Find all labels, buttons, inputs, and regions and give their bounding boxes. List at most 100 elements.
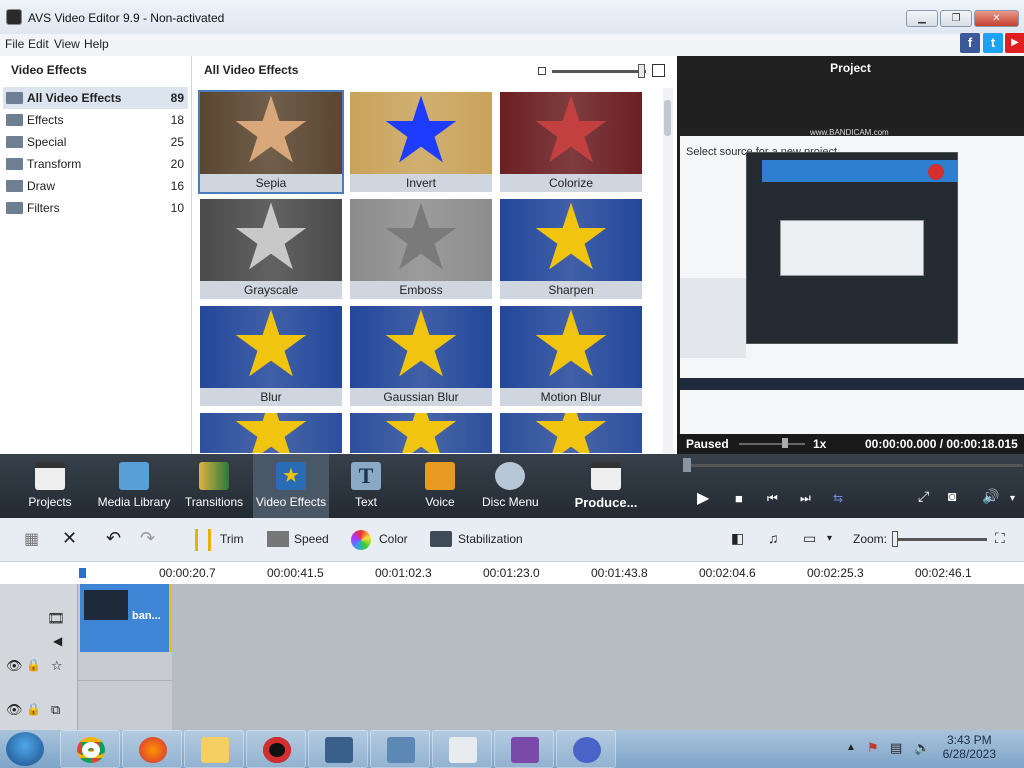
trim-icon[interactable] [195, 529, 211, 551]
effect-tile[interactable]: ★ Motion Blur [500, 306, 642, 406]
display-dropdown-icon[interactable]: ▾ [827, 533, 832, 544]
effects-grid-panel: All Video Effects ★ Sepia ★ Invert ★ Colorize… [193, 56, 676, 454]
stabilization-button[interactable]: Stabilization [458, 532, 523, 546]
youtube-icon[interactable]: ▶ [1005, 33, 1024, 53]
effect-tile[interactable]: ★ Gaussian Blur [350, 306, 492, 406]
speed-slider[interactable] [739, 443, 805, 445]
lock-icon[interactable]: 🔒 [26, 658, 41, 672]
twitter-icon[interactable]: t [983, 33, 1003, 53]
tray-alert-icon[interactable]: ⚑ [867, 740, 879, 756]
media-library-button[interactable]: Media Library [96, 454, 172, 518]
zoom-slider-thumb[interactable] [892, 531, 898, 547]
taskbar-avs-editor[interactable] [494, 730, 554, 768]
produce-button[interactable]: Produce... [570, 454, 642, 518]
taskbar-chrome[interactable] [60, 730, 120, 768]
category-transform[interactable]: Transform 20 [3, 153, 188, 175]
taskbar-app[interactable] [556, 730, 616, 768]
category-draw[interactable]: Draw 16 [3, 175, 188, 197]
fit-timeline-icon[interactable]: ⛶ [995, 530, 1005, 547]
effect-tile[interactable]: ★ Blur [200, 306, 342, 406]
taskbar-app[interactable] [370, 730, 430, 768]
category-all-video-effects[interactable]: All Video Effects 89 [3, 87, 188, 109]
volume-dropdown-icon[interactable]: ▾ [1010, 493, 1015, 504]
minimize-button[interactable]: ▁ [906, 10, 938, 27]
tray-expand-icon[interactable]: ▲ [846, 742, 856, 753]
taskbar-explorer[interactable] [184, 730, 244, 768]
menu-edit[interactable]: Edit [28, 37, 49, 51]
tray-volume-icon[interactable]: 🔈 [914, 740, 930, 756]
grid-scrollbar[interactable] [663, 88, 673, 454]
stabilization-icon[interactable] [430, 531, 452, 547]
color-button[interactable]: Color [379, 532, 408, 546]
projects-button[interactable]: Projects [20, 454, 80, 518]
delete-icon[interactable]: ✕ [62, 528, 77, 549]
speed-button[interactable]: Speed [294, 532, 329, 546]
video-effects-button[interactable]: ★ Video Effects [253, 454, 329, 518]
voice-button[interactable]: Voice [414, 454, 466, 518]
effect-tile[interactable]: ★ Invert [350, 92, 492, 192]
thumbnail-size-slider[interactable] [538, 63, 665, 78]
effect-tile[interactable]: ★ [500, 413, 642, 453]
fullscreen-icon[interactable]: ⤢ [918, 488, 929, 505]
start-button[interactable] [6, 732, 44, 766]
effect-tile[interactable]: ★ [200, 413, 342, 453]
category-effects[interactable]: Effects 18 [3, 109, 188, 131]
display-mode-icon[interactable]: ▭ [803, 530, 816, 547]
taskbar-app[interactable] [308, 730, 368, 768]
large-thumbs-icon[interactable] [652, 64, 665, 77]
menu-help[interactable]: Help [84, 37, 109, 51]
system-clock[interactable]: 3:43 PM 6/28/2023 [943, 733, 996, 761]
redo-icon[interactable]: ↷ [140, 528, 155, 549]
lock-icon[interactable]: 🔒 [26, 702, 41, 716]
effect-tile[interactable]: ★ Grayscale [200, 199, 342, 299]
zoom-slider[interactable] [893, 538, 987, 541]
menu-file[interactable]: File [5, 37, 24, 51]
taskbar-bandicam[interactable] [246, 730, 306, 768]
close-button[interactable]: ✕ [974, 10, 1019, 27]
video-clip[interactable]: ban... [80, 584, 172, 652]
tray-network-icon[interactable]: ▤ [890, 740, 902, 756]
folder-icon [6, 92, 23, 104]
effects-track-icon: ☆ [51, 658, 63, 673]
star-icon: ★ [379, 199, 463, 281]
category-filters[interactable]: Filters 10 [3, 197, 188, 219]
text-button[interactable]: T Text [340, 454, 392, 518]
effect-tile[interactable]: ★ Sepia [198, 90, 344, 194]
menu-view[interactable]: View [54, 37, 80, 51]
speed-slider-thumb[interactable] [782, 438, 788, 448]
effect-tile[interactable]: ★ Emboss [350, 199, 492, 299]
disc-menu-button[interactable]: Disc Menu [482, 454, 539, 518]
loop-icon[interactable]: ⇆ [833, 491, 843, 505]
speed-icon[interactable] [267, 531, 289, 547]
next-frame-icon[interactable]: ⏭ [800, 491, 811, 506]
visibility-icon[interactable]: 👁 [6, 658, 23, 674]
play-icon[interactable]: ▶ [697, 488, 709, 508]
effect-tile[interactable]: ★ Colorize [500, 92, 642, 192]
snapshot-icon[interactable]: ◙ [948, 488, 956, 504]
mute-icon[interactable]: ◀ [53, 634, 62, 648]
stop-icon[interactable]: ■ [735, 491, 743, 506]
timeline-ruler[interactable]: 00:00:20.7 00:00:41.5 00:01:02.3 00:01:2… [0, 562, 1024, 584]
undo-icon[interactable]: ↶ [106, 528, 121, 549]
transitions-button[interactable]: Transitions [182, 454, 246, 518]
effect-tile[interactable]: ★ Sharpen [500, 199, 642, 299]
previous-frame-icon[interactable]: ⏮ [767, 491, 778, 506]
facebook-icon[interactable]: f [960, 33, 980, 53]
effect-tile[interactable]: ★ [350, 413, 492, 453]
taskbar-app[interactable] [432, 730, 492, 768]
playhead-marker[interactable] [79, 568, 86, 578]
split-icon[interactable]: ◧ [731, 530, 744, 547]
color-icon[interactable] [351, 530, 371, 550]
storyboard-icon[interactable]: ▦ [24, 529, 39, 549]
taskbar-firefox[interactable] [122, 730, 182, 768]
trim-button[interactable]: Trim [220, 532, 244, 546]
timeline-seek-bar[interactable] [683, 458, 1023, 472]
small-thumbs-icon[interactable] [538, 67, 546, 75]
slider-thumb[interactable] [638, 64, 645, 78]
maximize-button[interactable]: ❐ [940, 10, 972, 27]
category-special[interactable]: Special 25 [3, 131, 188, 153]
volume-icon[interactable]: 🔊 [982, 488, 999, 505]
star-icon: ★ [379, 92, 463, 174]
audio-settings-icon[interactable]: ♫ [768, 530, 779, 546]
visibility-icon[interactable]: 👁 [6, 702, 23, 718]
